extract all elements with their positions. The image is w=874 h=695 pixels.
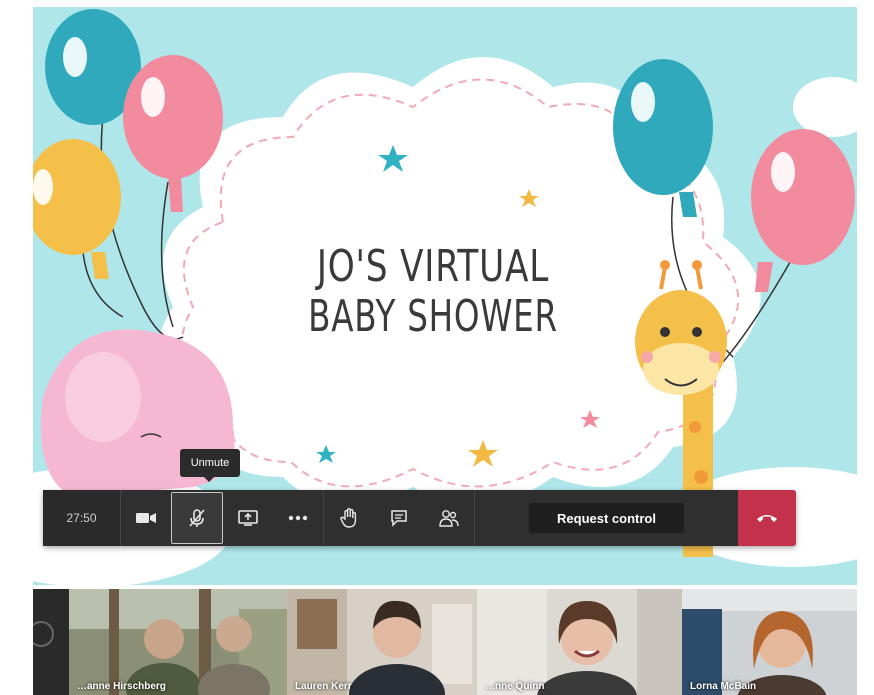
meeting-controls-toolbar: 27:50 Request control — [43, 490, 796, 546]
participant-name: …anne Hirschberg — [77, 681, 166, 692]
hang-up-button[interactable] — [738, 490, 796, 546]
slide-title: JO'S VIRTUAL BABY SHOWER — [233, 245, 633, 339]
chat-button[interactable] — [374, 490, 424, 546]
participant-tile[interactable]: …nne Quinn — [477, 589, 682, 695]
chat-icon — [391, 510, 407, 527]
participants-button[interactable] — [424, 490, 474, 546]
participant-tile[interactable]: …anne Hirschberg — [69, 589, 287, 695]
participant-video — [477, 589, 682, 695]
unmute-button[interactable] — [171, 492, 223, 544]
microphone-off-icon — [189, 509, 205, 527]
participant-name: Lorna McBain — [690, 681, 757, 692]
participant-tile[interactable]: Lauren Kerr — [287, 589, 477, 695]
meeting-timer: 27:50 — [43, 490, 120, 546]
slide-title-line-1: JO'S VIRTUAL — [316, 241, 550, 292]
raise-hand-button[interactable] — [324, 490, 374, 546]
participant-video-strip: …anne Hirschberg Lauren Kerr …nne Quinn — [33, 589, 857, 695]
share-screen-icon — [238, 510, 258, 526]
request-control-button[interactable]: Request control — [529, 503, 684, 533]
share-screen-button[interactable] — [223, 490, 273, 546]
participant-video — [33, 621, 54, 647]
participant-video — [682, 589, 857, 695]
request-control-area: Request control — [475, 490, 738, 546]
participant-tile[interactable] — [33, 589, 69, 695]
more-options-button[interactable] — [273, 490, 323, 546]
hang-up-icon — [757, 515, 777, 522]
participants-icon — [439, 510, 459, 527]
participant-tile[interactable]: Lorna McBain — [682, 589, 857, 695]
participant-video — [287, 589, 477, 695]
participant-name: Lauren Kerr — [295, 681, 352, 692]
raise-hand-icon — [340, 508, 357, 528]
video-camera-icon — [136, 513, 156, 523]
slide-title-line-2: BABY SHOWER — [308, 291, 558, 342]
more-options-icon — [288, 515, 308, 521]
camera-toggle-button[interactable] — [121, 490, 171, 546]
participant-name: …nne Quinn — [485, 681, 545, 692]
participant-video — [69, 589, 287, 695]
unmute-tooltip: Unmute — [180, 449, 240, 482]
